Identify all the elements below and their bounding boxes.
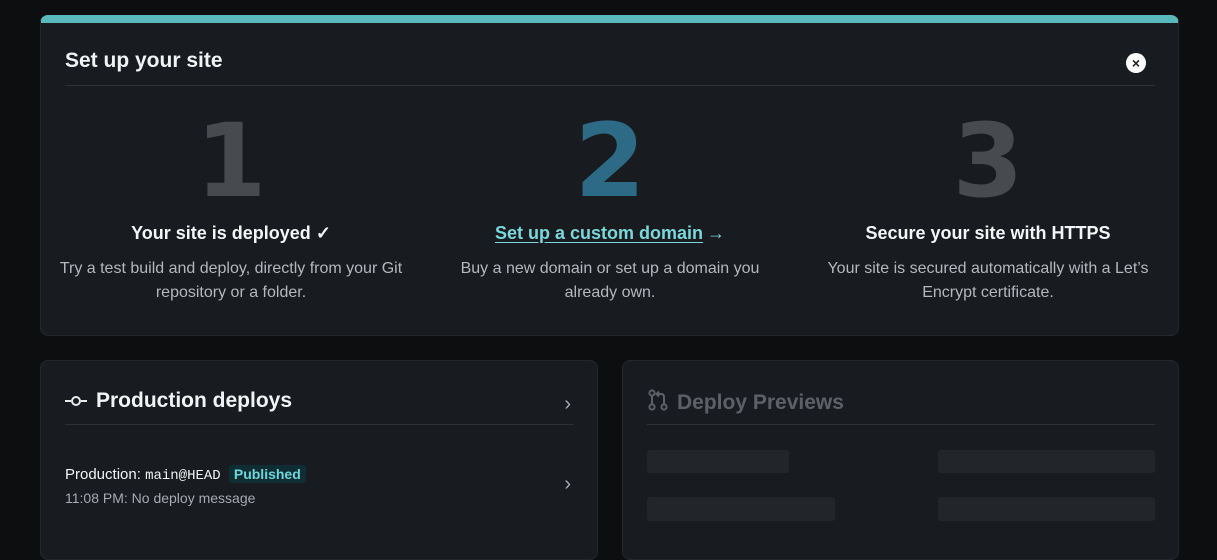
production-deploys-header[interactable]: Production deploys: [65, 389, 292, 413]
close-icon[interactable]: ×: [1126, 53, 1146, 73]
deploy-previews-panel: Deploy Previews: [622, 360, 1179, 560]
setup-title: Set up your site: [65, 49, 223, 72]
step-domain: 2 Set up a custom domain → Buy a new doma…: [430, 111, 790, 305]
loading-skeleton: [647, 450, 789, 473]
panel-divider: [65, 424, 574, 425]
status-badge: Published: [228, 465, 306, 483]
deploy-row[interactable]: Production: main@HEAD Published: [65, 465, 306, 484]
deploy-previews-header[interactable]: Deploy Previews: [647, 389, 844, 417]
deploy-ref: main@HEAD: [145, 468, 221, 484]
step-title: Secure your site with HTTPS: [865, 223, 1111, 243]
step-https: 3 Secure your site with HTTPS Your site …: [808, 111, 1168, 305]
pull-request-icon: [647, 389, 669, 417]
step-number: 2: [574, 102, 646, 221]
step-title-text[interactable]: Set up a custom domain: [495, 223, 703, 243]
deploy-meta: 11:08 PM: No deploy message: [65, 490, 256, 506]
production-deploys-title[interactable]: Production deploys: [96, 389, 292, 413]
step-description: Buy a new domain or set up a domain you …: [460, 260, 760, 301]
setup-divider: [65, 85, 1155, 86]
step-number: 1: [195, 102, 267, 221]
step-title: Your site is deployed ✓: [51, 223, 411, 244]
loading-skeleton: [938, 497, 1155, 521]
chevron-right-icon[interactable]: ›: [564, 473, 571, 496]
setup-card: Set up your site × 1 Your site is deploy…: [40, 15, 1179, 336]
checkmark-icon: ✓: [315, 223, 331, 243]
deploy-context: Production:: [65, 466, 141, 483]
deploy-previews-title[interactable]: Deploy Previews: [677, 391, 844, 415]
chevron-right-icon[interactable]: ›: [564, 393, 571, 416]
step-description: Try a test build and deploy, directly fr…: [59, 260, 403, 301]
step-title-text: Your site is deployed: [131, 223, 311, 243]
production-deploys-panel: Production deploys › Production: main@HE…: [40, 360, 598, 560]
panel-divider: [647, 424, 1155, 425]
loading-skeleton: [647, 497, 835, 521]
step-number: 3: [952, 102, 1024, 221]
arrow-right-icon: →: [707, 223, 726, 243]
commit-icon: [65, 389, 87, 413]
step-deploy: 1 Your site is deployed ✓ Try a test bui…: [51, 111, 411, 305]
step-description: Your site is secured automatically with …: [827, 260, 1149, 301]
custom-domain-link[interactable]: Set up a custom domain →: [430, 223, 790, 244]
loading-skeleton: [938, 450, 1155, 473]
